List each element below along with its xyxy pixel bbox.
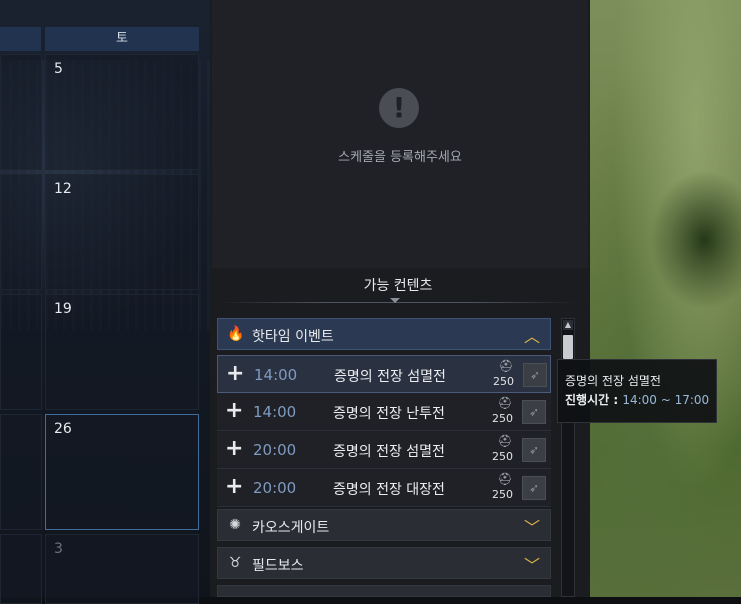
calendar-cell[interactable] xyxy=(0,54,42,170)
scroll-up-icon[interactable]: ▲ xyxy=(563,320,573,330)
available-contents-title: 가능 컨텐츠 xyxy=(363,278,433,294)
helmet-icon: ⛑ xyxy=(497,472,513,486)
event-time: 14:00 xyxy=(254,366,298,384)
calendar-day: 19 xyxy=(54,301,72,317)
calendar-day: 26 xyxy=(54,421,72,437)
category-field-boss[interactable]: ♉ 필드보스 ﹀ xyxy=(217,547,551,579)
location-button[interactable]: ➶ xyxy=(522,400,546,424)
required-gear-score: 250 xyxy=(492,488,513,501)
helmet-icon: ⛑ xyxy=(497,396,513,410)
calendar-day: 12 xyxy=(54,181,72,197)
calendar-cell[interactable] xyxy=(0,174,42,290)
exclamation-icon: ! xyxy=(379,88,419,128)
tree-shadow xyxy=(650,170,741,310)
game-world-background xyxy=(590,0,741,597)
chevron-down-icon: ﹀ xyxy=(523,556,540,575)
flame-icon: 🔥 xyxy=(227,326,245,342)
list-item[interactable]: + 20:00 증명의 전장 섬멸전 ⛑ 250 ➶ xyxy=(217,431,551,469)
calendar: 토 5 12 19 26 3 xyxy=(0,0,210,604)
add-schedule-icon[interactable]: + xyxy=(225,400,243,422)
tooltip-time: 진행시간 : 14:00 ~ 17:00 xyxy=(565,391,709,408)
category-label: 핫타임 이벤트 xyxy=(252,329,334,345)
calendar-cell-selected[interactable]: 26 xyxy=(45,414,199,530)
calendar-cell[interactable]: 5 xyxy=(45,54,199,170)
event-name: 증명의 전장 대장전 xyxy=(333,482,445,498)
list-item[interactable]: + 14:00 증명의 전장 난투전 ⛑ 250 ➶ xyxy=(217,393,551,431)
category-label: 필드보스 xyxy=(252,558,304,574)
required-gear-score: 250 xyxy=(492,412,513,425)
tooltip-time-value: 14:00 ~ 17:00 xyxy=(622,393,710,407)
calendar-day: 3 xyxy=(54,541,63,557)
schedule-panel: ! 스케줄을 등록해주세요 가능 컨텐츠 🔥 핫타임 이벤트 ︿ + 14:00… xyxy=(210,0,590,597)
schedule-area: ! 스케줄을 등록해주세요 xyxy=(212,0,588,268)
calendar-cell[interactable]: 3 xyxy=(45,534,199,604)
field-boss-icon: ♉ xyxy=(228,555,242,571)
chaos-gate-icon: ✺ xyxy=(229,517,241,533)
location-button[interactable]: ➶ xyxy=(522,438,546,462)
event-name: 증명의 전장 난투전 xyxy=(333,406,445,422)
category-chaos-gate[interactable]: ✺ 카오스게이트 ﹀ xyxy=(217,509,551,541)
list-item[interactable]: + 20:00 증명의 전장 대장전 ⛑ 250 ➶ xyxy=(217,469,551,507)
add-schedule-icon[interactable]: + xyxy=(225,438,243,460)
required-gear-score: 250 xyxy=(492,450,513,463)
calendar-header-fri xyxy=(0,27,41,51)
event-name: 증명의 전장 섬멸전 xyxy=(334,369,446,385)
category-hottime-event[interactable]: 🔥 핫타임 이벤트 ︿ xyxy=(217,318,551,350)
calendar-cell[interactable] xyxy=(0,534,42,604)
chevron-up-icon: ︿ xyxy=(523,327,540,346)
calendar-day: 5 xyxy=(54,61,63,77)
required-gear-score: 250 xyxy=(493,375,514,388)
event-time: 20:00 xyxy=(253,479,297,497)
add-schedule-icon[interactable]: + xyxy=(226,363,244,385)
list-item[interactable]: + 14:00 증명의 전장 섬멸전 ⛑ 250 ➶ xyxy=(217,355,551,393)
tooltip-time-label: 진행시간 : xyxy=(565,393,623,407)
tooltip-event-name: 증명의 전장 섬멸전 xyxy=(565,374,661,388)
event-tooltip: 증명의 전장 섬멸전 진행시간 : 14:00 ~ 17:00 xyxy=(557,359,717,423)
location-button[interactable]: ➶ xyxy=(523,363,547,387)
event-name: 증명의 전장 섬멸전 xyxy=(333,444,445,460)
calendar-header-sat: 토 xyxy=(45,27,199,51)
category-next[interactable] xyxy=(217,585,551,597)
event-time: 14:00 xyxy=(253,403,297,421)
helmet-icon: ⛑ xyxy=(497,434,513,448)
add-schedule-icon[interactable]: + xyxy=(225,476,243,498)
scroll-thumb[interactable] xyxy=(563,335,573,359)
calendar-cell[interactable] xyxy=(0,414,42,530)
empty-schedule-message: 스케줄을 등록해주세요 xyxy=(338,150,462,165)
helmet-icon: ⛑ xyxy=(498,359,514,373)
location-button[interactable]: ➶ xyxy=(522,476,546,500)
event-time: 20:00 xyxy=(253,441,297,459)
chevron-down-icon: ﹀ xyxy=(523,518,540,537)
calendar-cell[interactable] xyxy=(0,294,42,410)
calendar-cell[interactable]: 12 xyxy=(45,174,199,290)
divider-pointer-icon xyxy=(390,298,400,303)
category-label: 카오스게이트 xyxy=(252,520,330,536)
calendar-cell[interactable]: 19 xyxy=(45,294,199,410)
